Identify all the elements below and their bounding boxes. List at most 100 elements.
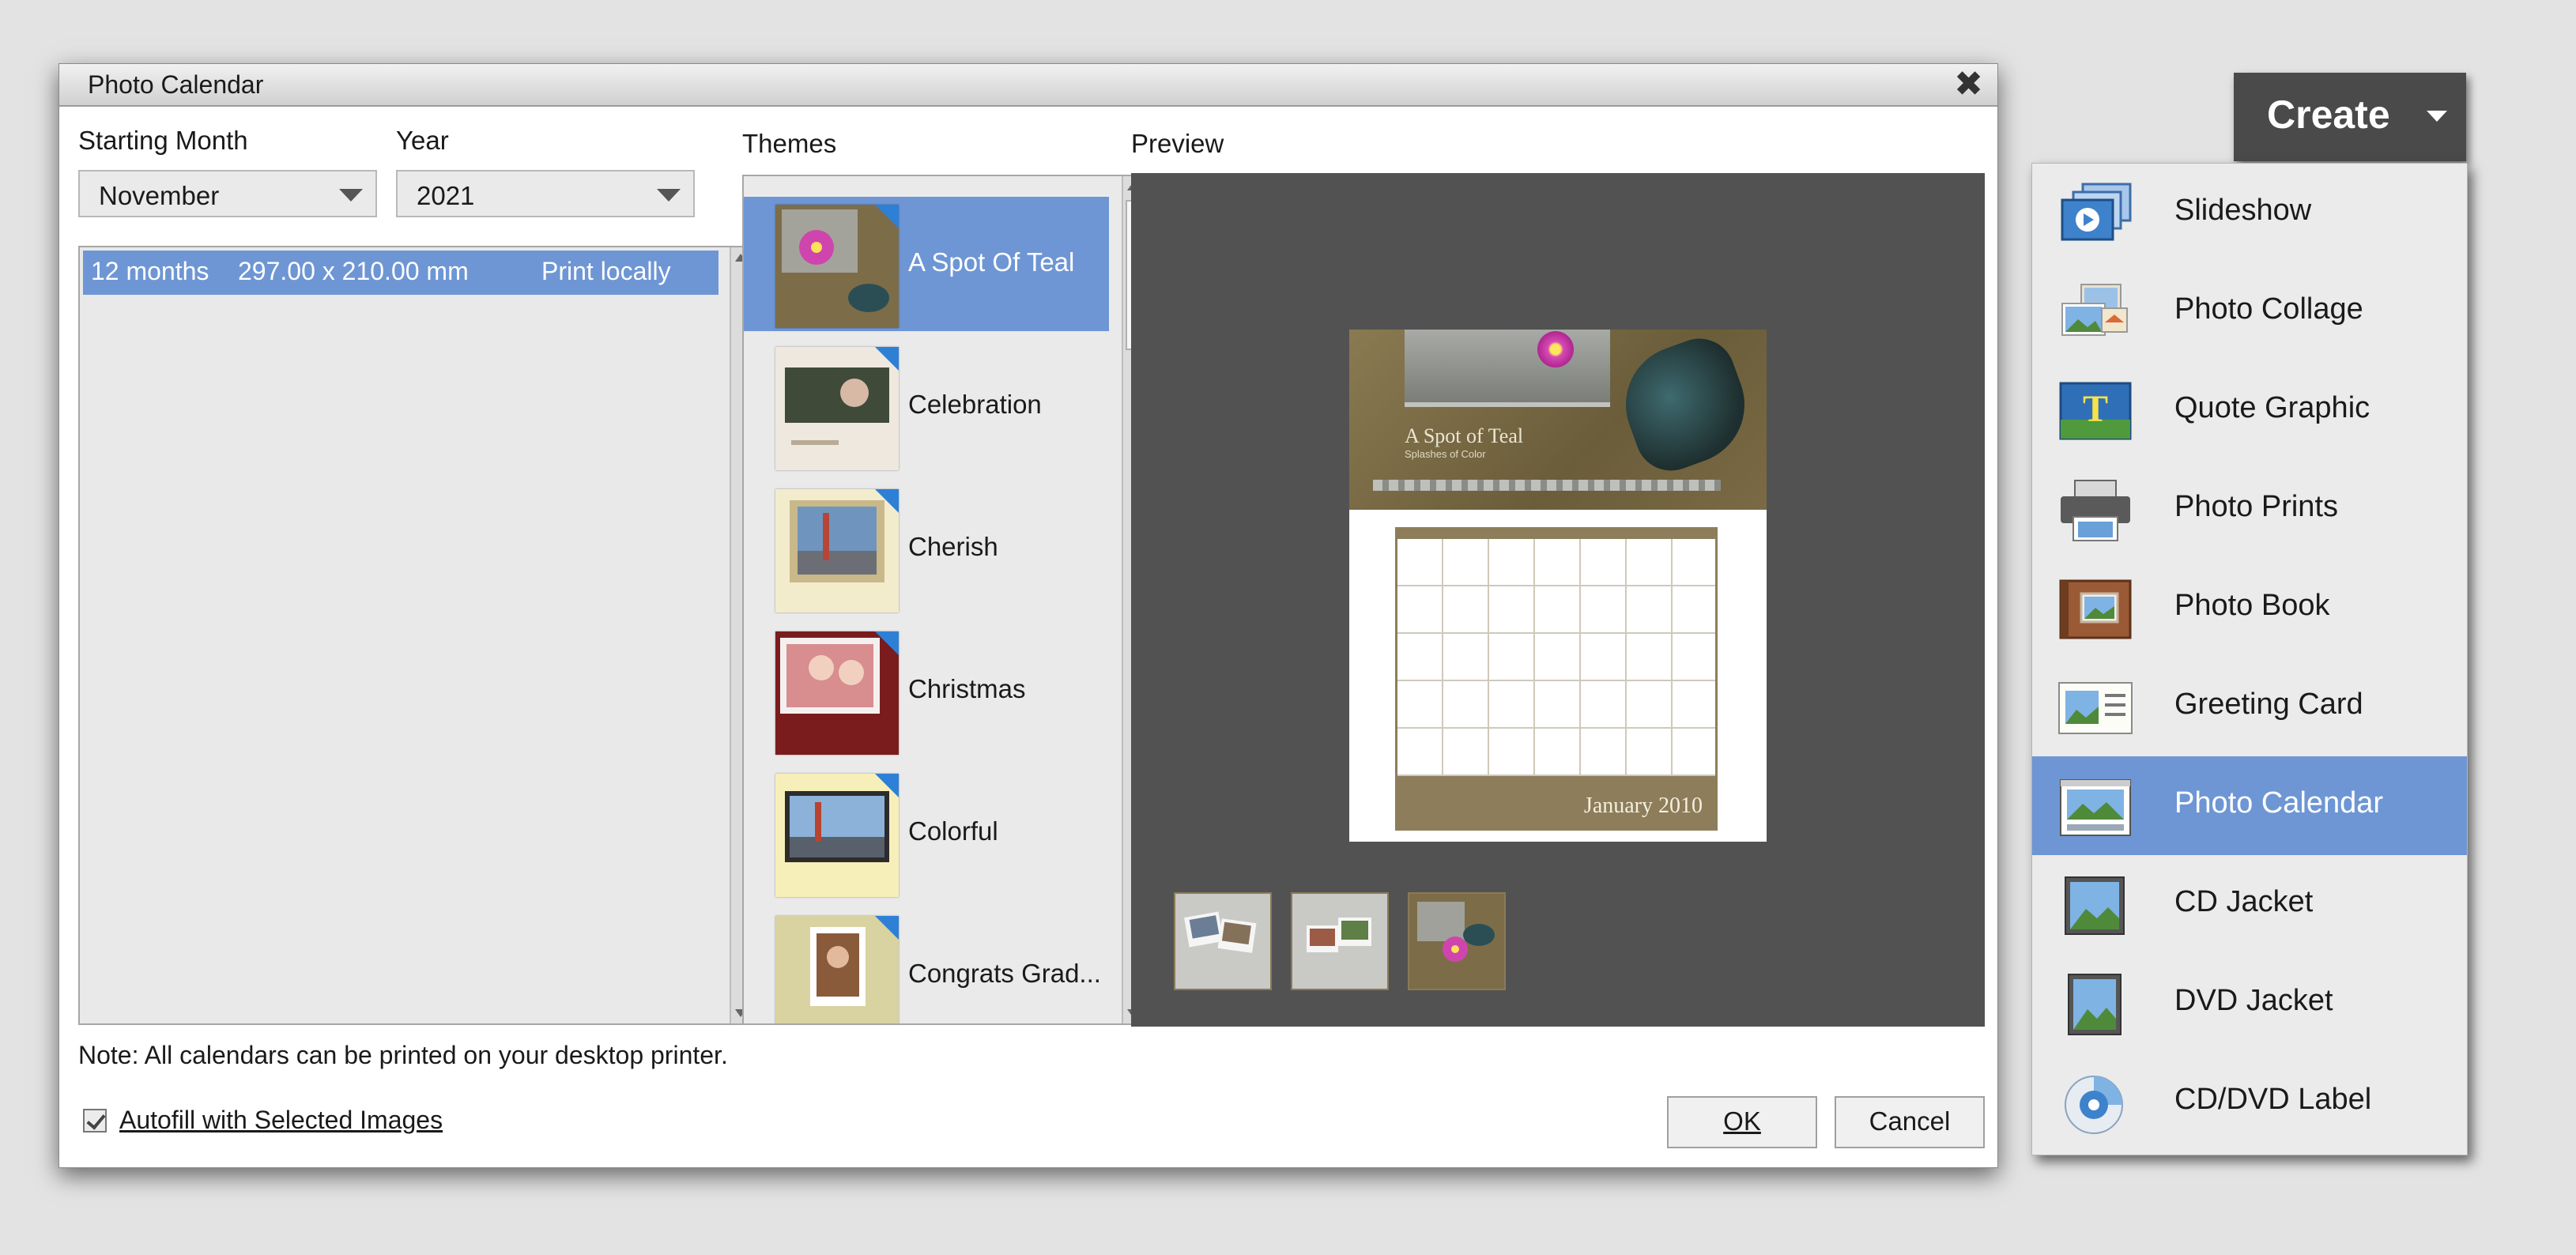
menu-item-label: Photo Book xyxy=(2174,589,2330,622)
printer-icon xyxy=(2056,479,2135,542)
size-print: Print locally xyxy=(541,257,671,285)
theme-item-cherish[interactable]: Cherish xyxy=(744,481,1109,616)
menu-item-photo-collage[interactable]: Photo Collage xyxy=(2032,262,2467,361)
slideshow-icon xyxy=(2056,183,2135,246)
preview-theme-subtitle: Splashes of Color xyxy=(1405,448,1486,460)
theme-item-colorful[interactable]: Colorful xyxy=(744,766,1109,900)
list-item[interactable]: 12 months 297.00 x 210.00 mm Print local… xyxy=(83,251,718,295)
preview-label: Preview xyxy=(1131,129,1224,158)
theme-thumbnail xyxy=(775,774,899,897)
theme-item-celebration[interactable]: Celebration xyxy=(744,339,1109,473)
theme-item-a-spot-of-teal[interactable]: A Spot Of Teal xyxy=(744,197,1109,331)
theme-name: A Spot Of Teal xyxy=(908,247,1075,277)
year-value: 2021 xyxy=(417,181,475,210)
menu-item-photo-book[interactable]: Photo Book xyxy=(2032,559,2467,658)
menu-item-cd-dvd-label[interactable]: CD/DVD Label xyxy=(2032,1053,2467,1151)
theme-thumbnail xyxy=(775,489,899,612)
preview-month-label: January 2010 xyxy=(1583,793,1703,818)
create-button-label: Create xyxy=(2267,92,2390,137)
photo-collage-icon xyxy=(2056,281,2135,345)
photo-calendar-dialog: Photo Calendar ✖ Starting Month Year The… xyxy=(58,63,1998,1168)
chevron-down-icon xyxy=(339,189,363,202)
cancel-button[interactable]: Cancel xyxy=(1835,1096,1985,1148)
menu-item-label: DVD Jacket xyxy=(2174,984,2333,1017)
starting-month-value: November xyxy=(99,181,220,210)
calendar-preview-grid: January 2010 xyxy=(1395,527,1718,831)
menu-item-photo-prints[interactable]: Photo Prints xyxy=(2032,460,2467,559)
menu-item-label: Slideshow xyxy=(2174,194,2312,227)
theme-thumbnail xyxy=(775,347,899,470)
preview-thumbnail-3[interactable] xyxy=(1408,892,1506,990)
theme-name: Celebration xyxy=(908,390,1042,419)
cd-dvd-label-icon xyxy=(2056,1072,2135,1135)
theme-badge xyxy=(875,489,899,513)
starting-month-dropdown[interactable]: November xyxy=(78,170,377,217)
theme-badge xyxy=(875,205,899,228)
ok-button[interactable]: OK xyxy=(1667,1096,1817,1148)
theme-badge xyxy=(875,774,899,797)
autofill-label-text: Autofill with Selected Images xyxy=(119,1106,443,1134)
close-icon[interactable]: ✖ xyxy=(1954,64,1983,104)
menu-item-label: Photo Prints xyxy=(2174,490,2338,523)
menu-item-slideshow[interactable]: Slideshow xyxy=(2032,164,2467,262)
theme-badge xyxy=(875,631,899,655)
year-label: Year xyxy=(396,126,449,155)
menu-item-greeting-card[interactable]: Greeting Card xyxy=(2032,658,2467,756)
size-dimensions: 297.00 x 210.00 mm xyxy=(238,257,469,285)
dialog-titlebar[interactable]: Photo Calendar ✖ xyxy=(59,64,1997,107)
menu-item-photo-calendar[interactable]: Photo Calendar xyxy=(2032,756,2467,855)
chevron-down-icon xyxy=(2427,111,2447,122)
calendar-footer: January 2010 xyxy=(1397,776,1715,828)
calendar-preview-page: A Spot of Teal Splashes of Color January… xyxy=(1349,328,1767,842)
themes-label: Themes xyxy=(742,129,837,158)
menu-item-label: CD/DVD Label xyxy=(2174,1083,2372,1116)
calendar-size-list[interactable]: 12 months 297.00 x 210.00 mm Print local… xyxy=(78,246,752,1025)
print-note: Note: All calendars can be printed on yo… xyxy=(78,1041,728,1069)
create-button[interactable]: Create xyxy=(2234,73,2466,161)
preview-photo-frame xyxy=(1405,330,1610,407)
menu-item-cd-jacket[interactable]: CD Jacket xyxy=(2032,855,2467,954)
dialog-title: Photo Calendar xyxy=(88,70,264,99)
theme-badge xyxy=(875,916,899,940)
photo-book-icon xyxy=(2056,578,2135,641)
menu-item-dvd-jacket[interactable]: DVD Jacket xyxy=(2032,954,2467,1053)
weekday-header xyxy=(1397,530,1715,539)
menu-item-label: Photo Calendar xyxy=(2174,786,2384,820)
photo-calendar-icon xyxy=(2056,775,2135,839)
themes-list[interactable]: A Spot Of Teal Celebration Cherish Chris… xyxy=(742,175,1145,1025)
theme-item-christmas[interactable]: Christmas xyxy=(744,624,1109,758)
greeting-card-icon xyxy=(2056,676,2135,740)
cd-jacket-icon xyxy=(2056,874,2135,937)
preview-decor-rail xyxy=(1373,480,1721,491)
theme-name: Christmas xyxy=(908,674,1026,703)
menu-item-label: CD Jacket xyxy=(2174,885,2314,918)
menu-item-label: Greeting Card xyxy=(2174,688,2363,721)
theme-name: Cherish xyxy=(908,532,998,561)
menu-item-label: Quote Graphic xyxy=(2174,391,2370,424)
chevron-down-icon xyxy=(657,189,681,202)
create-menu: Slideshow Photo Collage T Quote Graphic … xyxy=(2031,163,2468,1155)
svg-text:T: T xyxy=(2083,388,2108,430)
preview-panel: A Spot of Teal Splashes of Color January… xyxy=(1131,173,1985,1027)
theme-thumbnail xyxy=(775,916,899,1023)
autofill-label[interactable]: Autofill with Selected Images xyxy=(119,1106,443,1135)
ok-button-label: OK xyxy=(1723,1106,1761,1136)
theme-badge xyxy=(875,347,899,371)
theme-item-congrats-grad[interactable]: Congrats Grad... xyxy=(744,908,1109,1023)
preview-thumbnail-1[interactable] xyxy=(1174,892,1272,990)
starting-month-label: Starting Month xyxy=(78,126,248,155)
theme-name: Colorful xyxy=(908,816,998,846)
grid-columns xyxy=(1397,539,1715,776)
calendar-preview-header: A Spot of Teal Splashes of Color xyxy=(1349,328,1767,510)
dvd-jacket-icon xyxy=(2056,973,2135,1036)
menu-item-label: Photo Collage xyxy=(2174,292,2363,326)
year-dropdown[interactable]: 2021 xyxy=(396,170,695,217)
autofill-checkbox[interactable] xyxy=(83,1109,107,1133)
butterfly-image xyxy=(1609,328,1762,481)
theme-name: Congrats Grad... xyxy=(908,959,1101,988)
quote-graphic-icon: T xyxy=(2056,380,2135,443)
theme-thumbnail xyxy=(775,631,899,755)
preview-thumbnail-2[interactable] xyxy=(1291,892,1389,990)
theme-thumbnail xyxy=(775,205,899,328)
menu-item-quote-graphic[interactable]: T Quote Graphic xyxy=(2032,361,2467,460)
